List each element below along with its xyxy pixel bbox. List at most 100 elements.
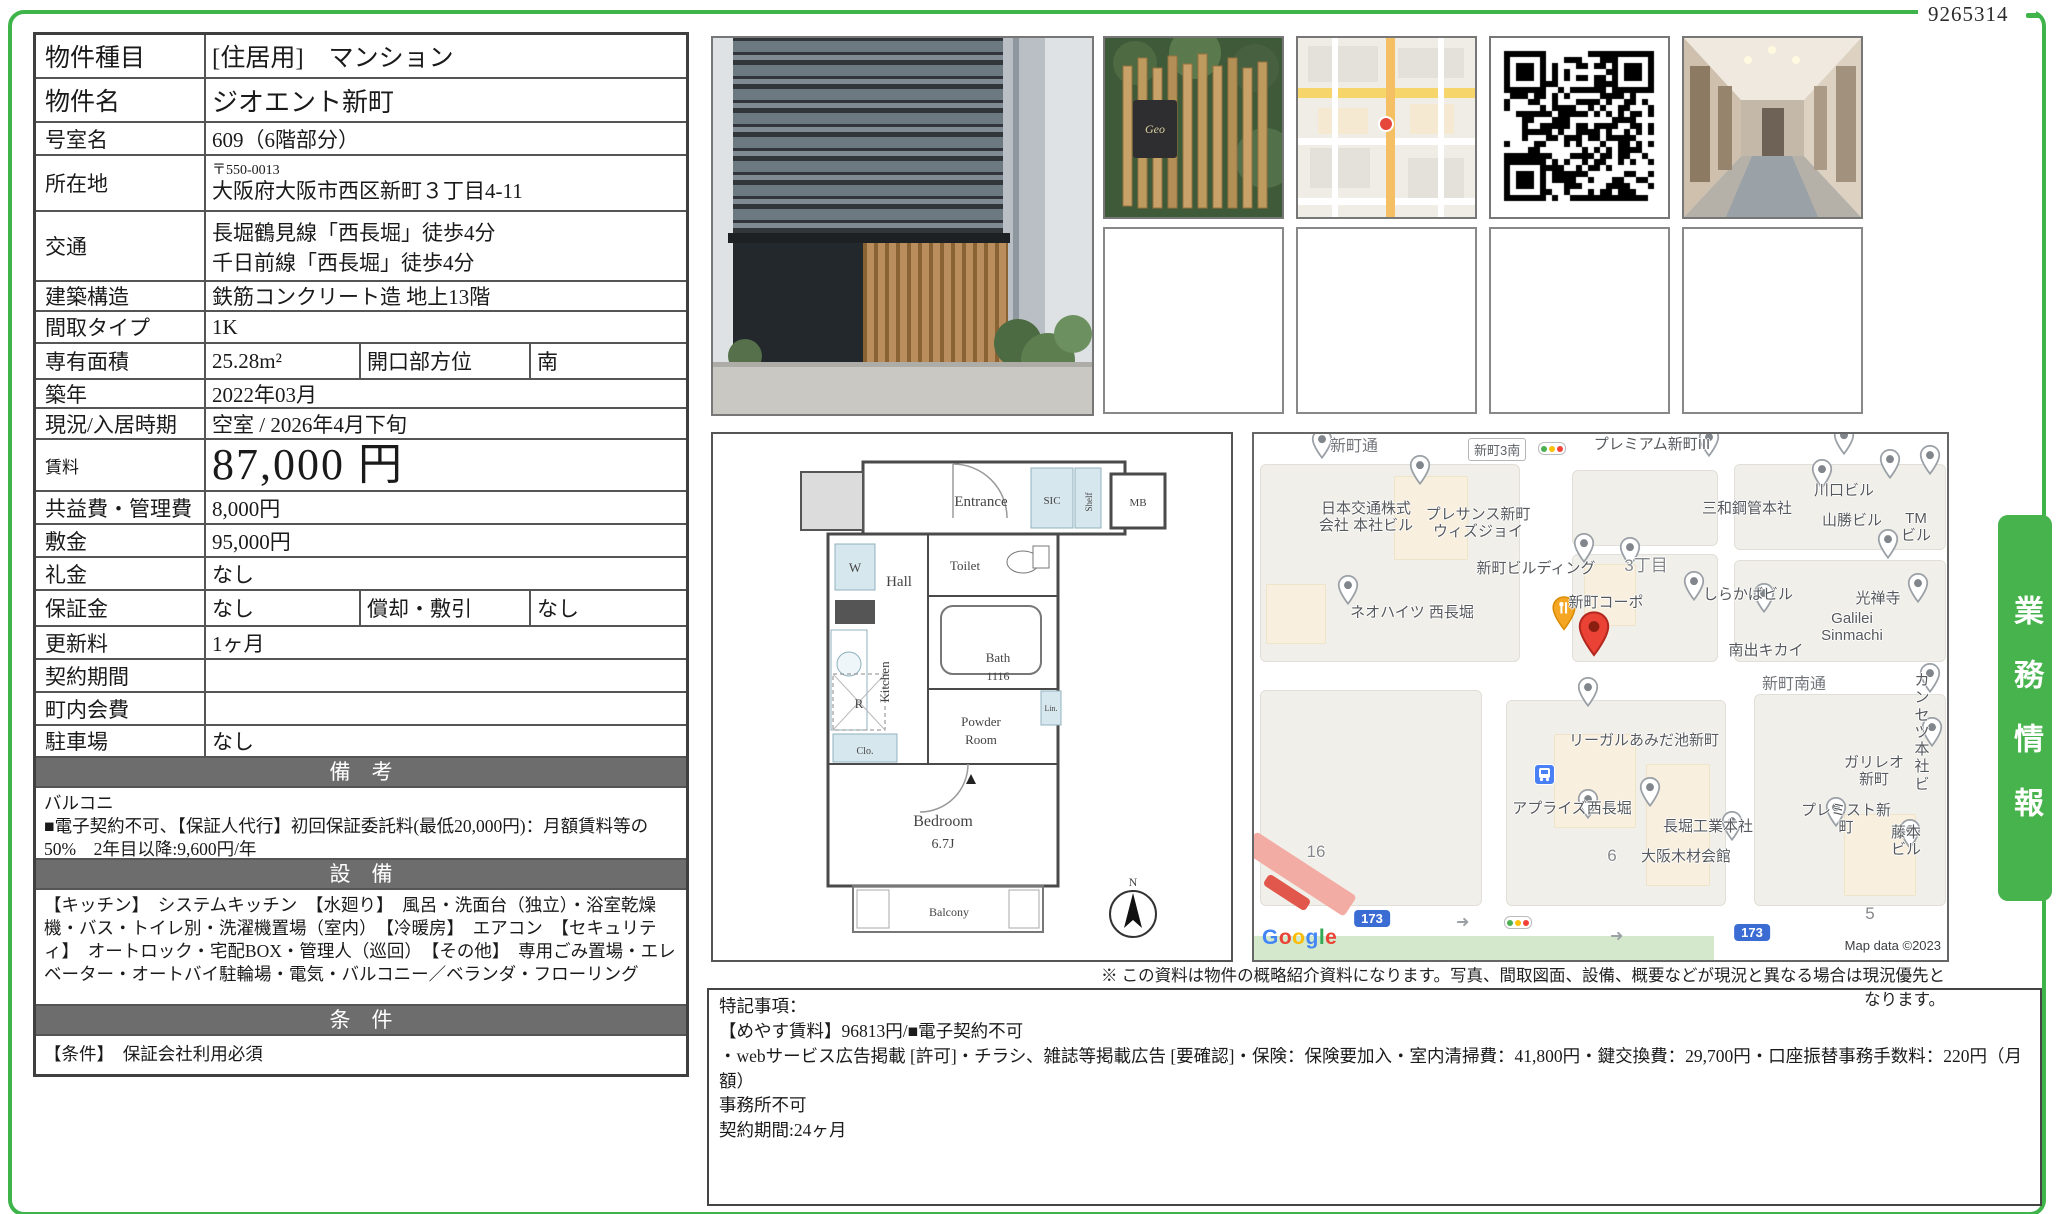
route-badge: 173 [1354,910,1390,927]
fp-entrance-label: Entrance [954,494,1008,510]
map-poi-label: アプライズ西長堀 [1512,800,1632,817]
special-notes-line: 特記事項： [719,994,2030,1019]
map-poi-label: Galilei Sinmachi [1805,610,1900,645]
destination-pin-icon [1577,611,1611,662]
google-logo-letter: g [1306,926,1319,949]
intersection-badge: 新町3南 [1468,438,1526,461]
svg-text:Geo: Geo [1145,122,1165,136]
main-exterior-photo [711,36,1094,416]
property-sheet: 9265314 業務情報 物件種目[住居用] マンション 物件名ジオエント新町 … [0,0,2056,1214]
conditions-text: 【条件】 保証会社利用必須 [36,1036,686,1074]
map-building [1266,584,1326,644]
row-label: 保証金 [36,591,206,625]
table-row: 駐車場なし [36,726,686,758]
map-poi-label: カンセツ本社ビ [1910,672,1935,793]
area-map[interactable]: 新町3南 173 173 ➜ ➜ Google Map data ©2023 新… [1252,432,1949,962]
special-notes-line: 事務所不可 [719,1093,2030,1118]
traffic-light-icon [1538,442,1566,455]
table-row: 契約期間 [36,660,686,693]
map-poi-label: 3丁目 [1624,556,1667,576]
postal-code: 〒550-0013 [212,163,280,178]
google-logo-letter: o [1279,926,1292,949]
table-row: 間取タイプ1K [36,312,686,344]
fp-kitchen-label: Kitchen [877,661,892,703]
map-thumbnail-photo [1296,36,1477,219]
google-logo: Google [1262,926,1337,950]
row-label: 物件種目 [36,35,206,77]
row-label: 専有面積 [36,344,206,378]
address: 大阪府大阪市西区新町３丁目4-11 [212,179,523,203]
row-value: 8,000円 [206,492,686,523]
gate-illustration: Geo [1105,38,1282,217]
map-poi-label: 山勝ビル [1822,512,1882,529]
map-poi-label: ネオハイツ 西長堀 [1350,604,1474,621]
map-poi-label: 5 [1865,904,1874,924]
access-line: 千日前線「西長堀」徒歩4分 [212,247,475,277]
map-poi-label: 光禅寺 [1855,590,1900,607]
table-row: 共益費・管理費8,000円 [36,492,686,525]
border-dash [2026,13,2040,18]
empty-photo-slot [1489,227,1670,414]
google-logo-letter: o [1292,926,1305,949]
table-row: 交通 長堀鶴見線「西長堀」徒歩4分 千日前線「西長堀」徒歩4分 [36,212,686,282]
fp-bedroom-label: Bedroom [913,813,973,830]
row-label: 築年 [36,380,206,407]
special-notes-line: 【めやす賃料】96813円/■電子契約不可 [719,1019,2030,1044]
fp-sic-label: SIC [1043,495,1060,507]
map-road-label: 新町通 [1330,438,1378,456]
route-badge: 173 [1734,924,1770,941]
table-row: 物件名ジオエント新町 [36,79,686,123]
row-label: 建築構造 [36,282,206,310]
special-notes-line: 契約期間:24ヶ月 [719,1118,2030,1143]
fp-powder-label2: Room [965,732,997,747]
rent-value: 87,000 円 [206,440,686,490]
fp-powder-label: Powder [961,714,1001,729]
map-road-label: 新町南通 [1762,676,1826,694]
qr-code [1489,36,1670,219]
remarks-line: バルコニ [44,792,678,815]
google-logo-letter: G [1262,926,1279,949]
map-poi-label: 長堀工業本社 [1663,818,1753,835]
row-label: 交通 [36,212,206,280]
fp-shelf-label: Shelf [1084,492,1094,511]
row-value: 鉄筋コンクリート造 地上13階 [206,282,686,310]
table-row: 敷金95,000円 [36,525,686,558]
remarks-line: ■電子契約不可、【保証人代行】初回保証委託料(最低20,000円)：月額賃料等の… [44,815,678,861]
business-info-tab[interactable]: 業務情報 [1998,515,2052,901]
doc-number: 9265314 [1928,2,2009,27]
fp-refrigerator-label: R [855,696,864,711]
conditions-header: 条 件 [36,1006,686,1036]
map-poi-label: プレミアム新町III [1594,436,1710,453]
fp-toilet-label: Toilet [950,558,981,573]
table-row: 更新料1ヶ月 [36,627,686,660]
fp-compass-label: N [1129,875,1138,889]
business-info-tab-label: 業務情報 [2003,565,2047,851]
fp-bedroom-size: 6.7J [932,837,956,852]
row-label: 現況/入居時期 [36,409,206,438]
row-value: 2022年03月 [206,380,686,407]
row-value: 〒550-0013 大阪府大阪市西区新町３丁目4-11 [206,156,686,210]
map-pin-icon [1639,777,1661,812]
row-value: [住居用] マンション [206,35,686,77]
floorplan: Entrance SIC Shelf MB W Toilet Hall Kitc… [711,432,1233,962]
map-canvas: 新町3南 173 173 ➜ ➜ Google Map data ©2023 新… [1254,434,1947,960]
map-pin-icon [1907,573,1929,608]
fp-bath-label: Bath [986,650,1011,665]
direction-arrow-icon: ➜ [1610,926,1623,946]
row-label: 共益費・管理費 [36,492,206,523]
traffic-light-icon [1504,916,1532,929]
map-pin-icon [1833,432,1855,460]
row-value: 1K [206,312,686,342]
row-value [206,660,686,691]
empty-photo-slot [1296,227,1477,414]
map-poi-label: 川口ビル [1814,482,1874,499]
map-poi-label: 日本交通株式 会社 本社ビル [1319,500,1413,535]
area-value: 25.28m² [206,344,359,378]
map-poi-label: プレサンス新町 ウィズジョイ [1426,506,1531,541]
map-pin-icon [1877,529,1899,564]
fp-bath-size: 1116 [986,669,1009,683]
row-value: 95,000円 [206,525,686,556]
google-logo-letter: e [1325,926,1337,949]
map-poi-label: TMビル [1901,510,1932,545]
map-poi-label: 16 [1307,842,1326,862]
